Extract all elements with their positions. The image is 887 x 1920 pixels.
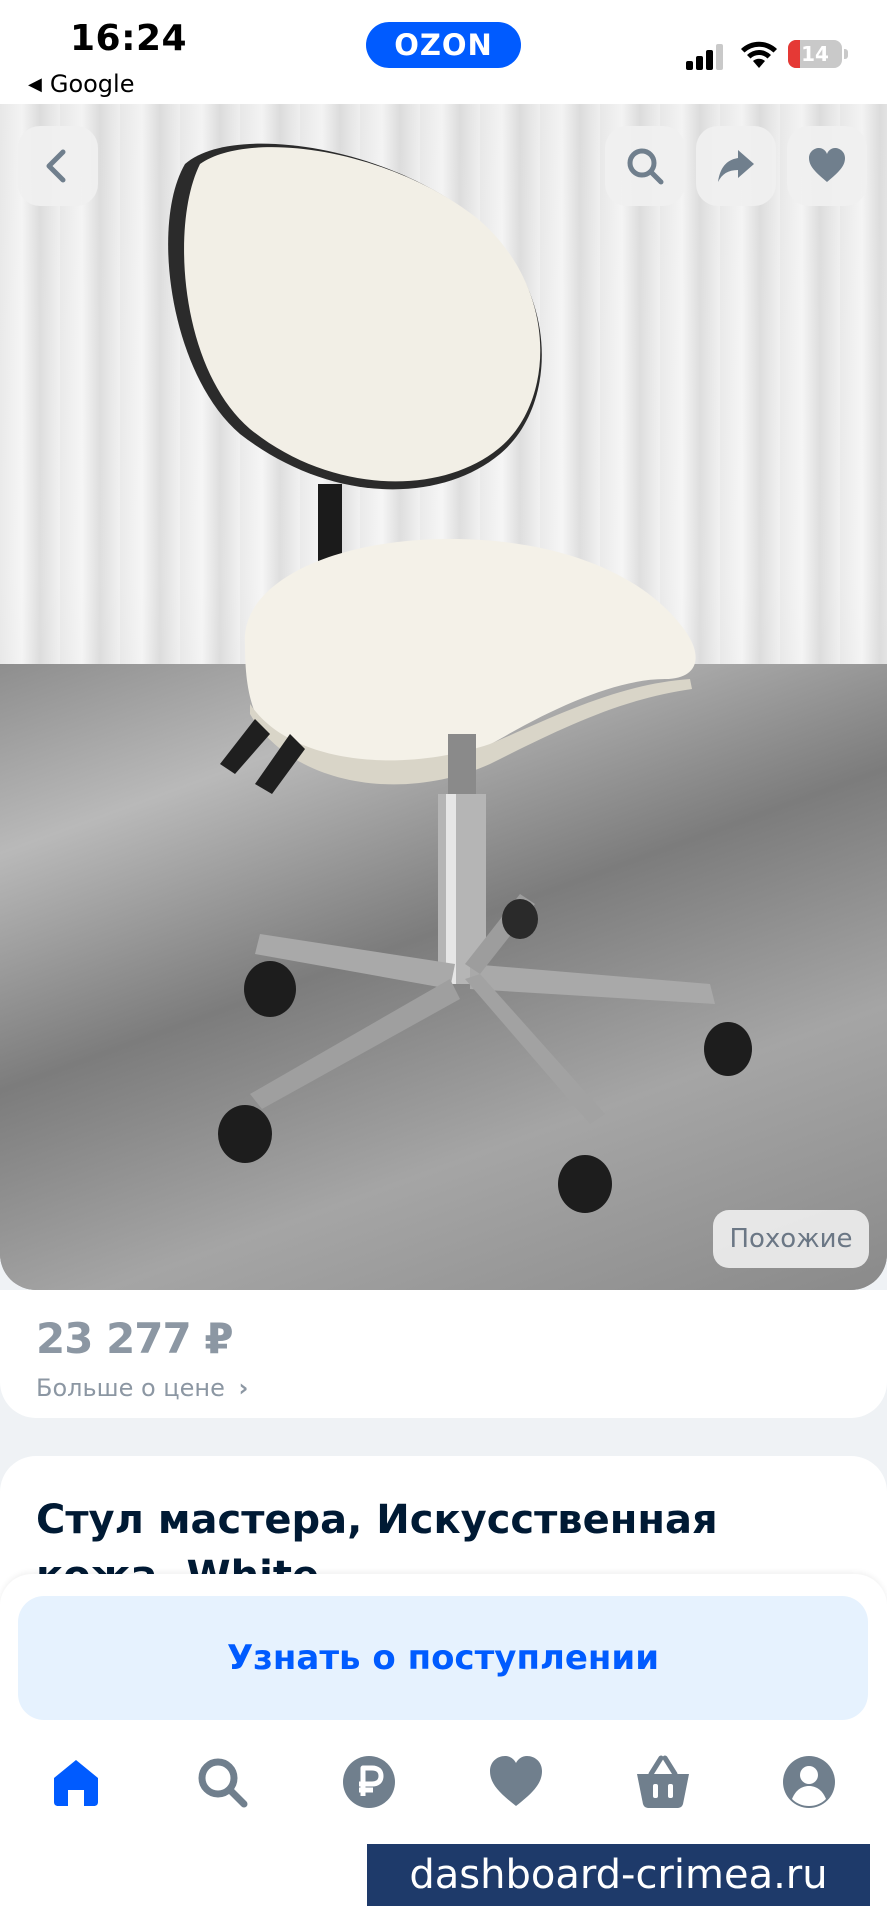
battery-level: 14 [801, 42, 829, 66]
back-app-label: Google [49, 70, 135, 98]
price-card: 23 277 ₽ Больше о цене › [0, 1290, 887, 1418]
chevron-right-icon: › [238, 1374, 249, 1402]
home-icon [54, 1760, 98, 1806]
chevron-left-icon [46, 149, 66, 183]
similar-products-button[interactable]: Похожие [713, 1210, 869, 1268]
status-bar: 16:24 ◀ Google OZON 14 [0, 0, 887, 104]
heart-icon [809, 148, 845, 182]
tab-cart[interactable] [633, 1752, 693, 1812]
search-button[interactable] [605, 126, 685, 206]
share-icon [718, 150, 754, 182]
price-details-label: Больше о цене [36, 1374, 225, 1402]
tab-search[interactable] [192, 1752, 252, 1812]
wifi-icon [741, 41, 777, 68]
product-photo[interactable]: Похожие [0, 104, 887, 1290]
status-time: 16:24 [70, 18, 188, 59]
product-price: 23 277 ₽ [36, 1314, 234, 1363]
basket-icon [637, 1755, 689, 1808]
tab-favorites[interactable] [486, 1752, 546, 1812]
battery-icon: 14 [788, 40, 848, 68]
search-icon [627, 148, 664, 185]
price-details-link[interactable]: Больше о цене › [36, 1374, 248, 1402]
back-to-app-link[interactable]: ◀ Google [28, 70, 134, 98]
tab-ozon-bank[interactable] [339, 1752, 399, 1812]
profile-icon [783, 1756, 835, 1808]
bottom-tab-bar [0, 1752, 887, 1832]
saddle-chair-image [168, 143, 752, 1213]
search-icon [198, 1758, 248, 1808]
notify-when-available-button[interactable]: Узнать о поступлении [18, 1596, 868, 1720]
back-button[interactable] [18, 126, 98, 206]
heart-icon [490, 1756, 542, 1806]
favorite-button[interactable] [787, 126, 867, 206]
watermark: dashboard-crimea.ru [367, 1844, 870, 1906]
tab-home[interactable] [46, 1752, 106, 1812]
app-badge: OZON [366, 22, 521, 68]
tab-profile[interactable] [779, 1752, 839, 1812]
cellular-signal-icon [686, 42, 726, 70]
share-button[interactable] [696, 126, 776, 206]
ruble-icon [343, 1756, 395, 1808]
back-triangle-icon: ◀ [28, 74, 42, 95]
